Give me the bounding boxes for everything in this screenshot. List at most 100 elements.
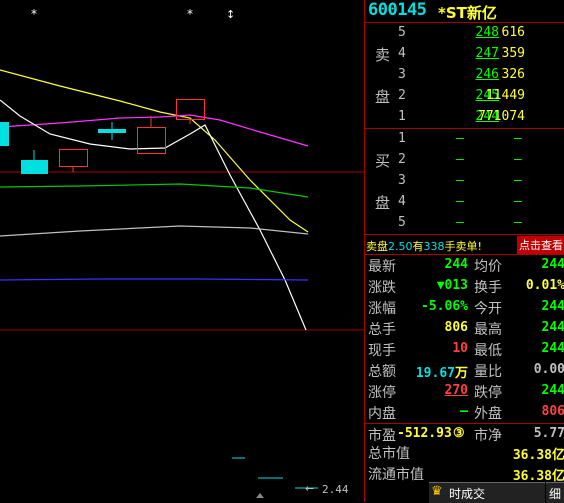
volume: 771074 <box>478 109 525 124</box>
quote-row: 内盘 – 外盘 806 <box>365 402 564 423</box>
current-hands-label: 现手 <box>368 343 396 359</box>
buy-row[interactable]: 4 – – <box>398 192 564 212</box>
level: 1 <box>398 131 406 146</box>
buy-label: 盘 <box>375 194 391 212</box>
amount-value: 19.67万 <box>416 362 468 381</box>
volume: 11449 <box>485 88 525 103</box>
latest-label: 最新 <box>368 259 396 275</box>
candle-fall <box>98 129 126 133</box>
candlestick-chart[interactable]: * * ↕ ← 2.44 <box>0 0 364 502</box>
limit-up-label: 涨停 <box>368 385 396 401</box>
ma-yellow-line <box>0 69 309 233</box>
last-price-label: 2.44 <box>322 483 349 496</box>
crown-icon: ♛ <box>431 484 443 499</box>
limit-up-value: 270 <box>444 383 468 398</box>
sell-row[interactable]: 2 245 11449 <box>398 86 564 106</box>
pct-label: 涨幅 <box>368 301 396 317</box>
pct-value: -5.06% <box>421 299 468 314</box>
quote-row: 流通市值 36.38亿 <box>365 463 564 484</box>
tab-realtime-trades[interactable]: ♛ 时成交 <box>429 482 545 503</box>
sell-label: 盘 <box>375 88 391 106</box>
pb-value: 5.77 <box>533 426 564 441</box>
quote-row: 涨幅 -5.06% 今开 244 <box>365 297 564 318</box>
total-hands-value: 806 <box>444 320 468 335</box>
price: – <box>456 131 464 146</box>
total-mv-number: 36.38 <box>512 448 552 463</box>
vol-ratio-value: 0.00 <box>533 362 564 377</box>
price: – <box>456 173 464 188</box>
high-value: 244 <box>541 320 564 335</box>
level: 5 <box>398 215 406 230</box>
quote-row: 涨停 270 跌停 244 <box>365 381 564 402</box>
price: 248 <box>475 25 499 40</box>
buy-row[interactable]: 3 – – <box>398 171 564 191</box>
volume: 359 <box>501 46 525 61</box>
notice-price: 2.50 <box>388 240 413 253</box>
ma-white-line <box>0 99 307 331</box>
turnover-label: 换手 <box>474 280 502 296</box>
outer-value: 806 <box>541 404 564 419</box>
total-mv-label: 总市值 <box>368 446 410 462</box>
total-mv-unit: 亿 <box>551 448 564 463</box>
notice-middle: 有 <box>412 240 424 253</box>
level: 2 <box>398 88 406 103</box>
total-mv-value: 36.38亿 <box>513 444 564 463</box>
chart-marker: ↕ <box>226 8 235 21</box>
sell-row[interactable]: 1 244 771074 <box>398 107 564 127</box>
buy-label: 买 <box>375 152 391 170</box>
chart-marker: * <box>31 7 37 21</box>
level: 1 <box>398 109 406 124</box>
quote-panel: 600145 *ST新亿 卖 盘 5 248 616 4 247 359 3 2… <box>364 0 564 503</box>
divider <box>365 234 564 235</box>
notice-text: 卖盘2.50有338手卖单! <box>366 238 482 254</box>
ma-blue-line <box>0 278 309 281</box>
vol-ratio-label: 量比 <box>474 364 502 380</box>
outer-label: 外盘 <box>474 406 502 422</box>
candle-fall <box>21 160 48 174</box>
notice-prefix: 卖盘 <box>366 240 388 253</box>
turnover-value: 0.01% <box>525 278 564 293</box>
quote-row: 总手 806 最高 244 <box>365 318 564 339</box>
buy-row[interactable]: 5 – – <box>398 213 564 233</box>
volume: – <box>514 173 522 188</box>
quote-row: 总额 19.67万 量比 0.00 <box>365 360 564 381</box>
low-label: 最低 <box>474 343 502 359</box>
stock-code: 600145 <box>368 0 427 20</box>
order-notice: 卖盘2.50有338手卖单! 点击查看 <box>365 236 564 254</box>
volume: 326 <box>501 67 525 82</box>
chart-marker: * <box>187 7 193 21</box>
limit-down-value: 244 <box>541 383 564 398</box>
tab-detail[interactable]: 细 <box>546 482 564 503</box>
volume: – <box>514 215 522 230</box>
level: 2 <box>398 152 406 167</box>
notice-suffix: 手卖单! <box>444 240 482 253</box>
change-label: 涨跌 <box>368 280 396 296</box>
ma-magenta-line <box>0 114 309 147</box>
sell-row[interactable]: 5 248 616 <box>398 23 564 43</box>
volume: – <box>514 152 522 167</box>
candle-rise <box>59 149 88 167</box>
float-mv-label: 流通市值 <box>368 467 424 483</box>
sell-row[interactable]: 3 246 326 <box>398 65 564 85</box>
ma-green-line <box>0 183 309 198</box>
volume: – <box>514 194 522 209</box>
avg-value: 244 <box>541 257 564 272</box>
price: 246 <box>475 67 499 82</box>
view-details-button[interactable]: 点击查看 <box>517 236 564 254</box>
buy-row[interactable]: 2 – – <box>398 150 564 170</box>
inner-label: 内盘 <box>368 406 396 422</box>
candle-fall <box>0 122 9 146</box>
price: 247 <box>475 46 499 61</box>
tab-detail-label: 细 <box>549 487 562 501</box>
price: – <box>456 194 464 209</box>
notice-qty: 338 <box>423 240 445 253</box>
price: – <box>456 152 464 167</box>
level: 5 <box>398 25 406 40</box>
avg-label: 均价 <box>474 259 502 275</box>
change-value: ▼013 <box>436 278 468 293</box>
total-hands-label: 总手 <box>368 322 396 338</box>
volume: – <box>514 131 522 146</box>
buy-row[interactable]: 1 – – <box>398 129 564 149</box>
scroll-up-triangle[interactable] <box>256 493 264 498</box>
sell-row[interactable]: 4 247 359 <box>398 44 564 64</box>
